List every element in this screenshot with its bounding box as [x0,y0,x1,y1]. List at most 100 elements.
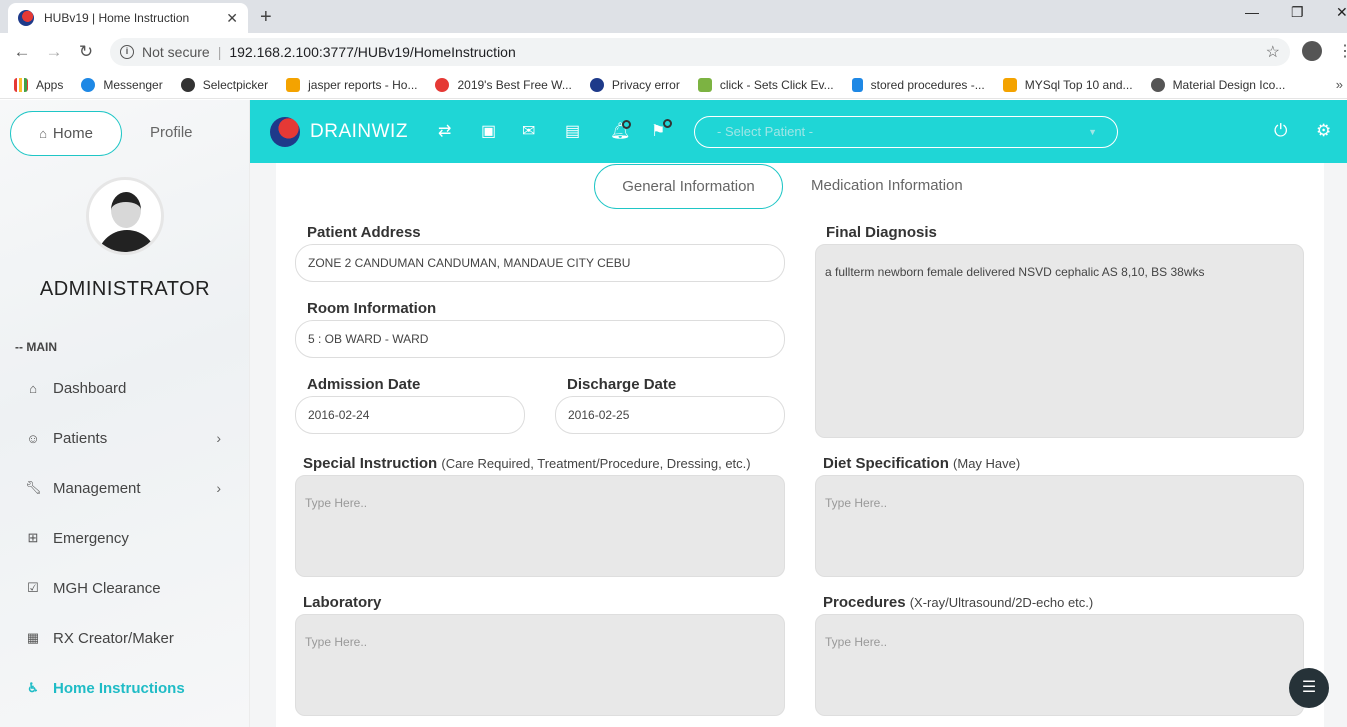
sidebar-item-label: Patients [53,429,108,447]
special-instruction-label: Special Instruction (Care Required, Trea… [303,455,751,472]
bookmark-item[interactable]: Material Design Ico... [1150,77,1286,92]
url-text[interactable]: 192.168.2.100:3777/HUBv19/HomeInstructio… [229,44,515,60]
bookmark-label: click - Sets Click Ev... [719,77,834,92]
window-close-icon[interactable]: ✕ [1336,4,1347,21]
globe-icon [1150,77,1165,92]
home-icon: ⌂ [39,126,47,141]
bookmark-label: Selectpicker [202,77,269,92]
sidebar-item-label: Home Instructions [53,679,185,697]
chat-icon[interactable]: ☰ [1289,668,1329,708]
bookmark-label: stored procedures -... [870,77,985,92]
procedures-label: Procedures (X-ray/Ultrasound/2D-echo etc… [823,594,1093,611]
wrench-icon: 🔧︎ [25,480,42,495]
procedures-title: Procedures [823,594,906,611]
omnibox[interactable]: i Not secure | 192.168.2.100:3777/HUBv19… [110,38,1290,66]
admission-date-label: Admission Date [307,376,421,393]
tab-general-information[interactable]: General Information [594,164,783,209]
sidebar-item-home-instructions[interactable]: ♿︎ Home Instructions [25,676,225,700]
notification-dot-icon [622,120,631,129]
sidebar-item-mgh-clearance[interactable]: ☑ MGH Clearance [25,576,225,600]
sidebar-item-label: Management [53,479,141,497]
bookmark-star-icon[interactable]: ☆ [1266,42,1280,62]
close-tab-icon[interactable]: ✕ [226,10,238,27]
bookmark-item[interactable]: MYSql Top 10 and... [1002,77,1133,92]
grid-icon: ▦ [26,630,40,645]
stackoverflow-icon [286,77,301,92]
bookmark-item[interactable]: 2019's Best Free W... [435,77,572,92]
bookmark-item[interactable]: Apps [14,77,64,92]
user-name: ADMINISTRATOR [39,278,211,300]
room-information-label: Room Information [307,300,437,317]
procedures-field[interactable]: Type Here.. [815,614,1304,716]
avatar [86,177,164,255]
checkbox-icon: ☑ [27,580,39,595]
room-information-field[interactable]: 5 : OB WARD - WARD [295,320,785,358]
special-instruction-field[interactable]: Type Here.. [295,475,785,577]
sidebar-item-label: Emergency [53,529,129,547]
tab-title: HUBv19 | Home Instruction [44,11,190,25]
sidebar-item-patients[interactable]: ☺ Patients › [25,426,225,450]
back-icon[interactable]: ← [6,42,38,62]
reload-icon[interactable]: ↻ [70,42,102,62]
tab-medication-information[interactable]: Medication Information [811,177,963,194]
patient-select[interactable]: - Select Patient - ▼ [694,116,1118,148]
final-diagnosis-field[interactable]: a fullterm newborn female delivered NSVD… [815,244,1304,438]
diet-specification-field[interactable]: Type Here.. [815,475,1304,577]
bookmark-label: Material Design Ico... [1172,77,1286,92]
more-bookmarks-icon[interactable]: » [1336,77,1343,92]
bookmark-item[interactable]: Selectpicker [180,77,269,92]
logo-icon [270,117,300,147]
favicon-icon [18,10,34,26]
discharge-date-label: Discharge Date [567,376,677,393]
brand-name: DRAINWIZ [310,121,408,142]
bookmark-label: Apps [36,77,64,92]
bookmark-item[interactable]: jasper reports - Ho... [286,77,417,92]
messenger-icon [81,77,96,92]
mail-icon[interactable]: ✉ [522,121,535,141]
brand[interactable]: DRAINWIZ [270,117,408,147]
profile-tab[interactable]: Profile [150,124,193,141]
bookmark-item[interactable]: stored procedures -... [851,77,985,92]
admission-date-field[interactable]: 2016-02-24 [295,396,525,434]
bookmark-item[interactable]: Messenger [81,77,163,92]
bookmark-label: Privacy error [611,77,680,92]
patient-address-field[interactable]: ZONE 2 CANDUMAN CANDUMAN, MANDAUE CITY C… [295,244,785,282]
laboratory-field[interactable]: Type Here.. [295,614,785,716]
power-icon[interactable]: ⏻ [1274,121,1287,141]
bookmark-label: 2019's Best Free W... [457,77,572,92]
sidebar-item-label: MGH Clearance [53,579,161,597]
restore-icon[interactable]: ❐ [1291,4,1304,21]
section-label: -- MAIN [15,340,57,354]
discharge-date-field[interactable]: 2016-02-25 [555,396,785,434]
sidebar-item-dashboard[interactable]: ⌂ Dashboard [25,376,225,400]
sidebar-item-label: RX Creator/Maker [53,629,174,647]
notification-dot-icon [663,119,672,128]
app-topbar: DRAINWIZ ⇄ ▣ ✉ ▤ 🔔︎ ⚑ - Select Patient -… [250,100,1347,163]
special-instruction-hint: (Care Required, Treatment/Procedure, Dre… [441,456,751,471]
avatar-head [111,192,141,228]
swap-icon[interactable]: ⇄ [438,121,451,141]
gear-icon[interactable]: ⚙ [1316,121,1331,141]
home-tab[interactable]: ⌂ Home [10,111,122,156]
sidebar-item-management[interactable]: 🔧︎ Management › [25,476,225,500]
info-icon[interactable]: i [120,45,134,59]
contact-card-icon[interactable]: ▤ [565,121,580,141]
procedures-hint: (X-ray/Ultrasound/2D-echo etc.) [909,595,1094,610]
diet-specification-title: Diet Specification [823,455,949,472]
calendar-icon[interactable]: ▣ [481,121,496,141]
minimize-icon[interactable]: — [1245,4,1259,20]
chevron-right-icon: › [216,480,221,496]
bookmark-item[interactable]: Privacy error [589,77,680,92]
new-tab-icon[interactable]: + [260,6,272,29]
browser-menu-icon[interactable]: ⋮ [1337,41,1347,61]
bookmark-label: MYSql Top 10 and... [1024,77,1133,92]
apps-grid-icon [14,77,28,92]
bookmark-item[interactable]: click - Sets Click Ev... [697,77,834,92]
sidebar-item-rx-creator[interactable]: ▦ RX Creator/Maker [25,626,225,650]
browser-tabstrip: HUBv19 | Home Instruction ✕ + — ❐ ✕ [0,0,1347,33]
forward-icon[interactable]: → [38,42,70,62]
sidebar-item-emergency[interactable]: ⊞ Emergency [25,526,225,550]
browser-tab[interactable]: HUBv19 | Home Instruction ✕ [8,3,248,33]
click-icon [697,77,712,92]
account-avatar-icon[interactable] [1302,41,1322,61]
